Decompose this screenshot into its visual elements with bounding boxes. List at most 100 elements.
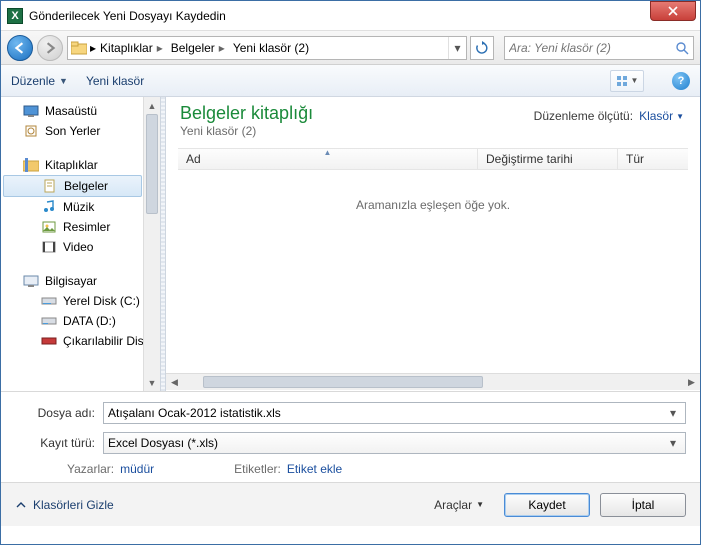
arrange-by: Düzenleme ölçütü: Klasör▼ [534, 109, 684, 123]
tree-item-local-c[interactable]: Yerel Disk (C:) [1, 291, 160, 311]
chevron-right-icon: ▸ [157, 41, 163, 55]
scroll-thumb[interactable] [203, 376, 483, 388]
scroll-up-icon[interactable]: ▲ [144, 97, 160, 114]
chevron-down-icon: ▼ [476, 500, 484, 509]
scroll-thumb[interactable] [146, 114, 158, 214]
tags-label: Etiketler: [234, 462, 281, 476]
libraries-icon [23, 157, 39, 173]
tree-item-computer[interactable]: Bilgisayar [1, 271, 160, 291]
tree-item-data-d[interactable]: DATA (D:) [1, 311, 160, 331]
tree-item-pictures[interactable]: Resimler [1, 217, 160, 237]
chevron-up-icon [15, 499, 27, 511]
command-bar: Düzenle▼ Yeni klasör ▼ ? [1, 65, 700, 97]
title-bar: X Gönderilecek Yeni Dosyayı Kaydedin [1, 1, 700, 31]
chevron-down-icon[interactable]: ▾ [665, 436, 681, 450]
close-icon [668, 6, 678, 16]
recent-icon [23, 123, 39, 139]
drive-icon [41, 313, 57, 329]
search-icon [675, 41, 689, 55]
footer-bar: Klasörleri Gizle Araçlar▼ Kaydet İptal [1, 482, 700, 526]
view-menu[interactable]: ▼ [610, 70, 644, 92]
metadata-row: Yazarlar: müdür Etiketler: Etiket ekle [15, 462, 686, 476]
video-icon [41, 239, 57, 255]
breadcrumb-label: Kitaplıklar [100, 41, 153, 55]
music-icon [41, 199, 57, 215]
chevron-right-icon: ▸ [219, 41, 225, 55]
tree-item-video[interactable]: Video [1, 237, 160, 257]
arrow-right-icon [44, 42, 56, 54]
breadcrumb-label: Belgeler [171, 41, 215, 55]
chevron-down-icon: ▼ [59, 76, 68, 86]
tree-item-documents[interactable]: Belgeler [3, 175, 142, 197]
breadcrumb-bar[interactable]: ▸ Kitaplıklar ▸ Belgeler ▸ Yeni klasör (2)… [67, 36, 467, 60]
drive-icon [41, 293, 57, 309]
breadcrumb-label: Yeni klasör (2) [233, 41, 309, 55]
breadcrumb-documents[interactable]: Belgeler ▸ [167, 37, 229, 59]
chevron-down-icon: ▼ [676, 112, 684, 121]
authors-label: Yazarlar: [67, 462, 114, 476]
folder-icon [68, 41, 90, 55]
library-subtitle: Yeni klasör (2) [180, 124, 686, 138]
forward-button[interactable] [37, 35, 63, 61]
arrange-label: Düzenleme ölçütü: [534, 109, 633, 123]
pictures-icon [41, 219, 57, 235]
column-date[interactable]: Değiştirme tarihi [478, 149, 618, 169]
scroll-down-icon[interactable]: ▼ [144, 374, 160, 391]
scroll-left-icon[interactable]: ◀ [166, 374, 183, 390]
hide-folders-button[interactable]: Klasörleri Gizle [15, 498, 114, 512]
scroll-right-icon[interactable]: ▶ [683, 374, 700, 390]
tags-value[interactable]: Etiket ekle [287, 462, 342, 476]
documents-icon [42, 178, 58, 194]
breadcrumb-dropdown[interactable]: ▾ [448, 37, 466, 59]
back-button[interactable] [7, 35, 33, 61]
save-form: Dosya adı: ▾ Kayıt türü: Excel Dosyası (… [1, 391, 700, 482]
filetype-field[interactable]: Excel Dosyası (*.xls)▾ [103, 432, 686, 454]
search-input[interactable] [509, 41, 675, 55]
column-headers: Ad▲ Değiştirme tarihi Tür [178, 148, 688, 170]
tree-item-libraries[interactable]: Kitaplıklar [1, 155, 160, 175]
tree-item-recent[interactable]: Son Yerler [1, 121, 160, 141]
tools-menu[interactable]: Araçlar▼ [434, 498, 484, 512]
filename-field[interactable]: ▾ [103, 402, 686, 424]
main-pane: Belgeler kitaplığı Yeni klasör (2) Düzen… [166, 97, 700, 391]
new-folder-button[interactable]: Yeni klasör [86, 74, 144, 88]
nav-bar: ▸ Kitaplıklar ▸ Belgeler ▸ Yeni klasör (2)… [1, 31, 700, 65]
authors-value[interactable]: müdür [120, 462, 154, 476]
column-name[interactable]: Ad▲ [178, 149, 478, 169]
filename-input[interactable] [108, 406, 665, 420]
tree-scrollbar[interactable]: ▲ ▼ [143, 97, 160, 391]
window-title: Gönderilecek Yeni Dosyayı Kaydedin [29, 9, 650, 23]
filename-label: Dosya adı: [15, 406, 103, 420]
arrow-left-icon [14, 42, 26, 54]
filetype-value: Excel Dosyası (*.xls) [108, 436, 665, 450]
scroll-track[interactable] [183, 374, 683, 390]
tree-item-music[interactable]: Müzik [1, 197, 160, 217]
close-button[interactable] [650, 1, 696, 21]
authors-pair: Yazarlar: müdür [67, 462, 154, 476]
view-icon [616, 75, 628, 87]
help-button[interactable]: ? [672, 72, 690, 90]
content-area: Masaüstü Son Yerler Kitaplıklar Belgeler… [1, 97, 700, 391]
computer-icon [23, 273, 39, 289]
breadcrumb-libraries[interactable]: Kitaplıklar ▸ [96, 37, 167, 59]
tree-item-desktop[interactable]: Masaüstü [1, 101, 160, 121]
column-type[interactable]: Tür [618, 149, 688, 169]
sort-asc-icon: ▲ [324, 148, 332, 157]
nav-tree[interactable]: Masaüstü Son Yerler Kitaplıklar Belgeler… [1, 97, 160, 391]
chevron-down-icon[interactable]: ▾ [665, 406, 681, 420]
empty-message: Aramanızla eşleşen öğe yok. [166, 170, 700, 373]
organize-menu[interactable]: Düzenle▼ [11, 74, 68, 88]
removable-icon [41, 333, 57, 349]
refresh-button[interactable] [470, 36, 494, 60]
tree-item-removable[interactable]: Çıkarılabilir Disk ( [1, 331, 160, 351]
chevron-down-icon: ▼ [631, 76, 639, 85]
save-button[interactable]: Kaydet [504, 493, 590, 517]
arrange-value[interactable]: Klasör▼ [639, 109, 684, 123]
desktop-icon [23, 103, 39, 119]
breadcrumb-folder[interactable]: Yeni klasör (2) [229, 37, 313, 59]
search-box[interactable] [504, 36, 694, 60]
filetype-label: Kayıt türü: [15, 436, 103, 450]
tags-pair: Etiketler: Etiket ekle [234, 462, 342, 476]
h-scrollbar[interactable]: ◀ ▶ [166, 373, 700, 390]
cancel-button[interactable]: İptal [600, 493, 686, 517]
